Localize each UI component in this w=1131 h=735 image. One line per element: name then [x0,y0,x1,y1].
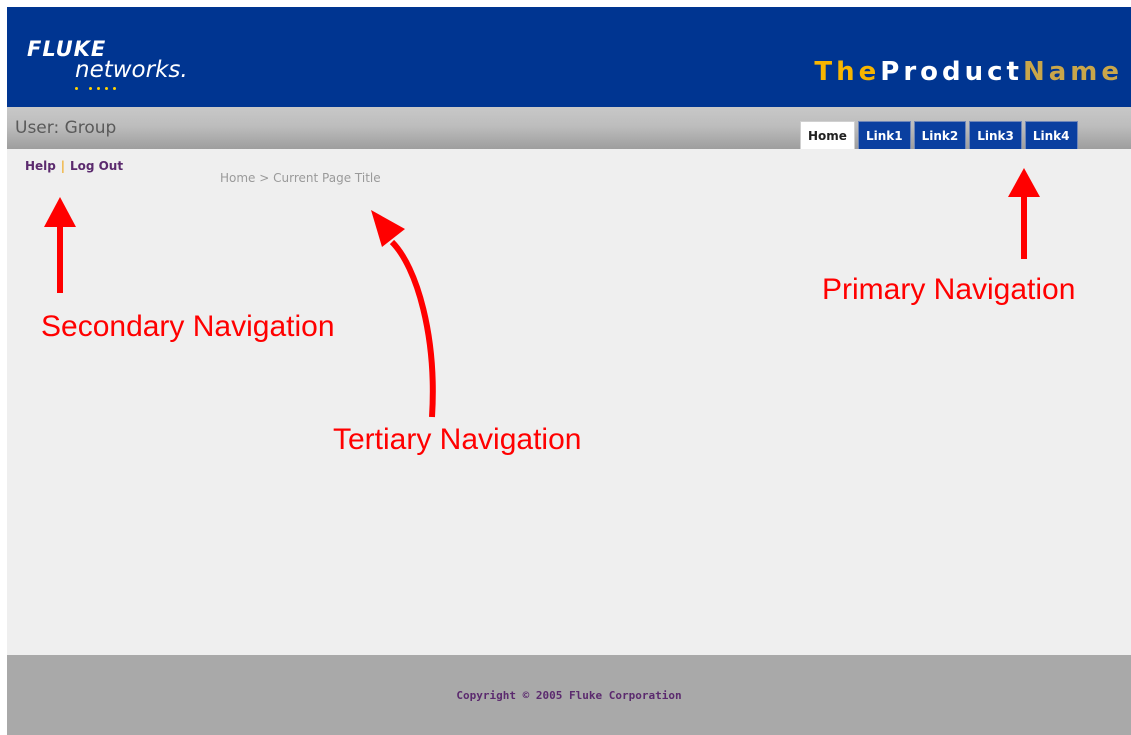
curved-arrow-icon-tertiary [371,210,436,418]
annotation-tertiary-navigation: Tertiary Navigation [333,423,582,456]
breadcrumb: Home > Current Page Title [220,171,381,185]
up-arrow-icon-primary [1008,168,1040,259]
primary-navigation-tabs: Home Link1 Link2 Link3 Link4 [800,121,1081,149]
header-banner: FLUKE networks. TheProductName [7,7,1131,107]
breadcrumb-separator: > [259,171,270,185]
secondary-nav-separator: | [60,159,65,173]
tab-link4[interactable]: Link4 [1024,121,1078,149]
footer: Copyright © 2005 Fluke Corporation [7,655,1131,735]
tab-home[interactable]: Home [800,121,855,149]
product-name-part-name: Name [1022,57,1123,87]
tab-link3[interactable]: Link3 [969,121,1022,149]
secondary-navigation: Help | Log Out [25,159,123,173]
product-name-part-the: The [814,57,881,87]
user-group-label: User: Group [15,118,117,138]
breadcrumb-current-page: Current Page Title [273,171,381,185]
logo-dots-icon [75,87,155,91]
annotation-primary-navigation: Primary Navigation [822,273,1076,306]
breadcrumb-home-link[interactable]: Home [220,171,255,185]
logo-sub-text: networks. [75,57,188,83]
copyright-text: Copyright © 2005 Fluke Corporation [456,689,682,702]
tab-link2[interactable]: Link2 [913,121,967,149]
tab-link1[interactable]: Link1 [857,121,911,149]
product-name-part-product: Product [880,57,1023,87]
help-link[interactable]: Help [25,159,56,173]
log-out-link[interactable]: Log Out [70,159,123,173]
product-name-title: TheProductName [814,57,1123,87]
annotation-secondary-navigation: Secondary Navigation [41,310,335,343]
page-frame: FLUKE networks. TheProductName User: Gro… [7,7,1131,735]
up-arrow-icon-secondary [44,197,76,293]
